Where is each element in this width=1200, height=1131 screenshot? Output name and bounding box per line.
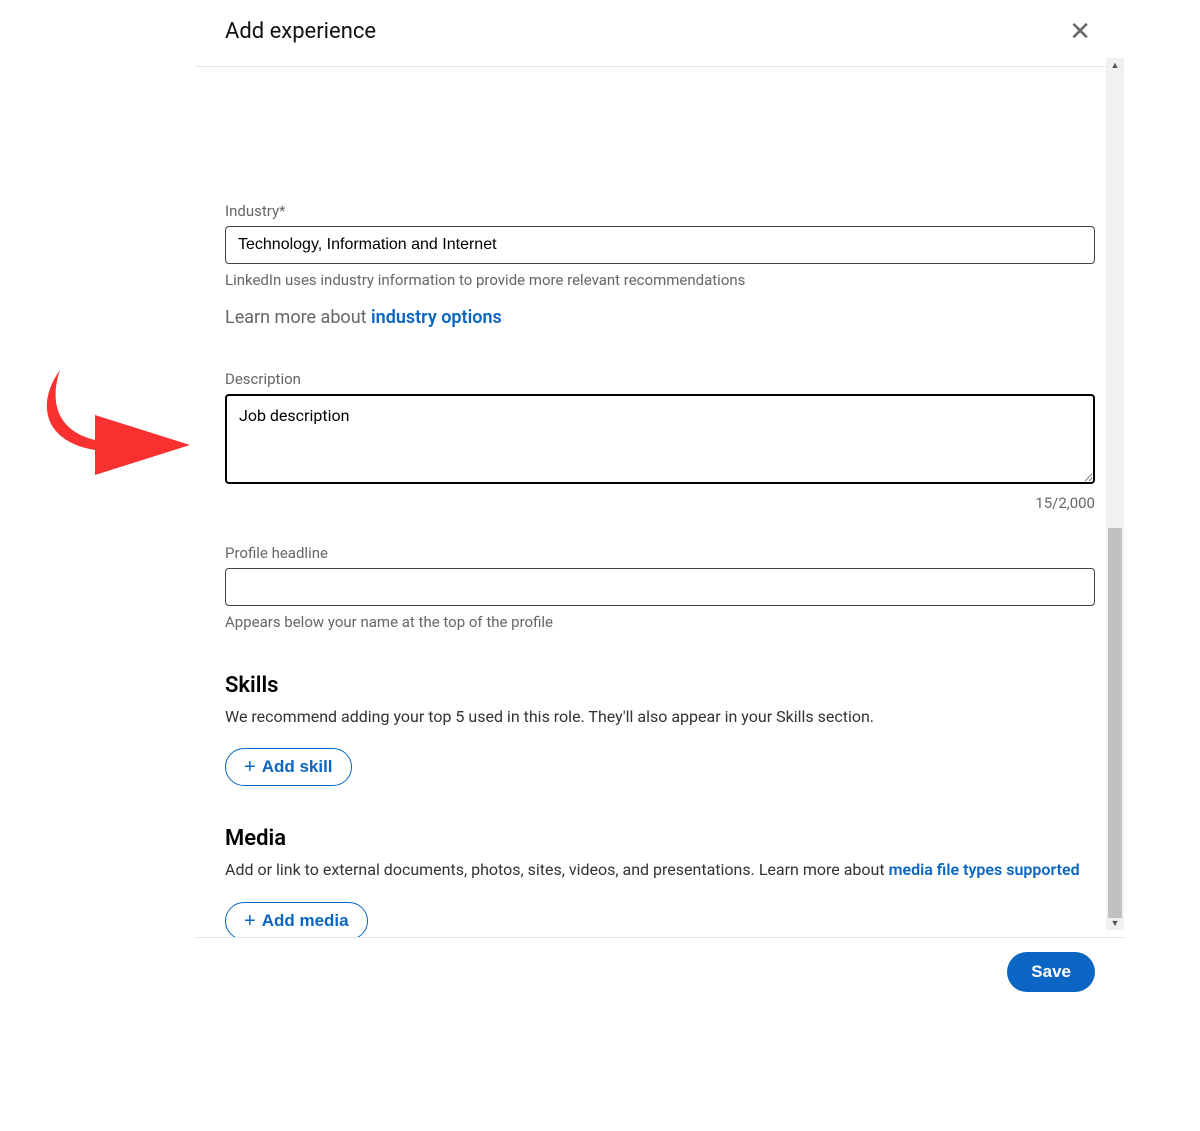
modal-title: Add experience <box>225 19 376 44</box>
modal-body[interactable]: Industry* LinkedIn uses industry informa… <box>195 67 1125 937</box>
add-skill-button[interactable]: + Add skill <box>225 748 352 786</box>
industry-help-text: LinkedIn uses industry information to pr… <box>225 270 1095 291</box>
industry-learn-prefix: Learn more about <box>225 307 371 328</box>
description-field: Description 15/2,000 <box>225 370 1095 512</box>
headline-input[interactable] <box>225 568 1095 606</box>
scroll-down-arrow-icon[interactable]: ▼ <box>1106 916 1124 930</box>
media-title: Media <box>225 826 1095 851</box>
scroll-up-arrow-icon[interactable]: ▲ <box>1106 58 1124 72</box>
add-experience-modal: Add experience ✕ Industry* LinkedIn uses… <box>195 0 1125 1006</box>
close-icon: ✕ <box>1069 16 1091 46</box>
annotation-arrow-icon <box>40 360 200 490</box>
media-description: Add or link to external documents, photo… <box>225 859 1095 881</box>
add-media-button[interactable]: + Add media <box>225 902 368 937</box>
scrollbar[interactable]: ▲ ▼ <box>1106 58 1124 930</box>
description-counter: 15/2,000 <box>225 494 1095 512</box>
headline-field: Profile headline Appears below your name… <box>225 544 1095 633</box>
media-file-types-link[interactable]: media file types supported <box>889 860 1080 879</box>
modal-header: Add experience ✕ <box>195 0 1125 67</box>
add-skill-label: Add skill <box>262 757 333 777</box>
description-textarea[interactable] <box>225 394 1095 484</box>
headline-help-text: Appears below your name at the top of th… <box>225 612 1095 633</box>
plus-icon: + <box>244 911 256 931</box>
description-label: Description <box>225 370 1095 388</box>
skills-section: Skills We recommend adding your top 5 us… <box>225 673 1095 786</box>
close-button[interactable]: ✕ <box>1065 14 1095 48</box>
industry-input[interactable] <box>225 226 1095 264</box>
skills-description: We recommend adding your top 5 used in t… <box>225 706 1095 728</box>
industry-label: Industry* <box>225 202 1095 220</box>
industry-learn-line: Learn more about industry options <box>225 307 1095 328</box>
save-button[interactable]: Save <box>1007 952 1095 992</box>
headline-label: Profile headline <box>225 544 1095 562</box>
media-section: Media Add or link to external documents,… <box>225 826 1095 937</box>
add-media-label: Add media <box>262 911 349 931</box>
scrollbar-thumb[interactable] <box>1108 528 1122 918</box>
skills-title: Skills <box>225 673 1095 698</box>
plus-icon: + <box>244 757 256 777</box>
industry-options-link[interactable]: industry options <box>371 307 502 328</box>
media-desc-prefix: Add or link to external documents, photo… <box>225 860 889 879</box>
modal-footer: Save <box>195 937 1125 1006</box>
industry-field: Industry* LinkedIn uses industry informa… <box>225 202 1095 328</box>
